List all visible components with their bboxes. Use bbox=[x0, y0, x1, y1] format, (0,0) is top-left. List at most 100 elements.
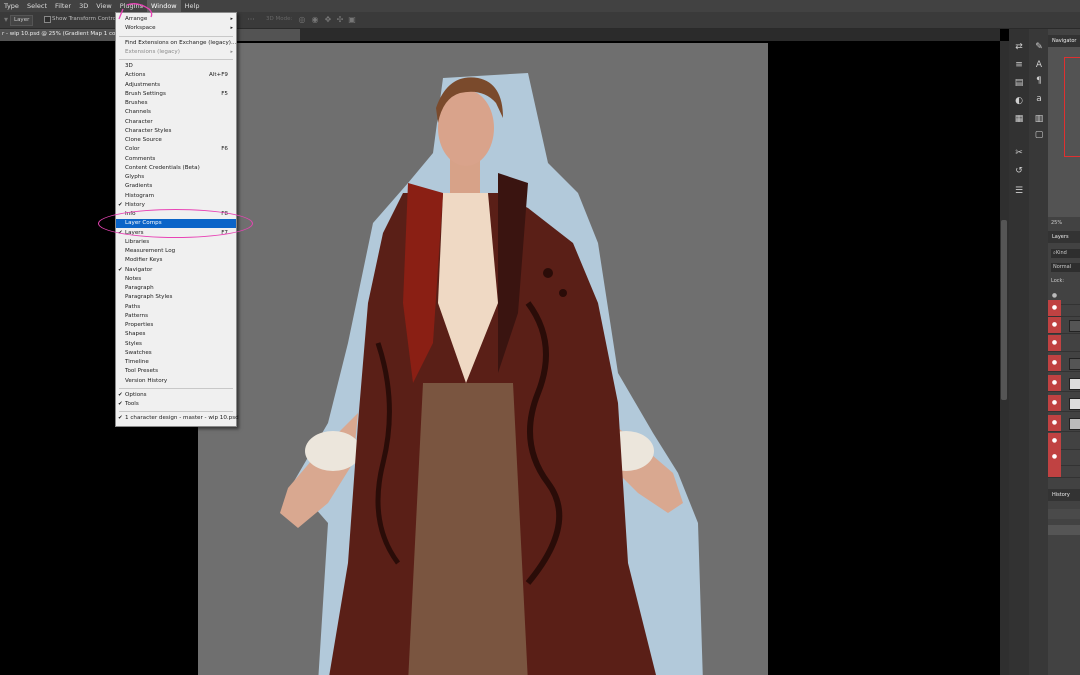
settings-icon[interactable]: ☰ bbox=[1013, 185, 1025, 197]
menu-item-histogram[interactable]: Histogram bbox=[116, 192, 236, 201]
comments-icon[interactable]: ▢ bbox=[1033, 129, 1045, 141]
layer-row[interactable] bbox=[1048, 465, 1080, 478]
menu-help[interactable]: Help bbox=[181, 0, 204, 12]
layer-row[interactable]: ● bbox=[1048, 355, 1080, 372]
character-icon[interactable]: A bbox=[1033, 59, 1045, 71]
move-tool-options-icon[interactable]: ▾ bbox=[2, 16, 10, 24]
color-icon[interactable]: ◐ bbox=[1013, 95, 1025, 107]
blend-mode-select[interactable]: Normal bbox=[1051, 263, 1080, 272]
menu-item-styles[interactable]: Styles bbox=[116, 340, 236, 349]
history-panel-header[interactable]: History bbox=[1048, 489, 1080, 501]
navigator-view-box[interactable] bbox=[1064, 57, 1080, 157]
paragraph-icon[interactable]: ¶ bbox=[1033, 75, 1045, 87]
menu-item-paragraph-styles[interactable]: Paragraph Styles bbox=[116, 293, 236, 302]
navigator-zoom[interactable]: 25% bbox=[1051, 220, 1062, 226]
menu-item-adjustments[interactable]: Adjustments bbox=[116, 81, 236, 90]
artboard[interactable] bbox=[198, 43, 768, 675]
menu-item-tool-presets[interactable]: Tool Presets bbox=[116, 367, 236, 376]
menu-item-character[interactable]: Character bbox=[116, 118, 236, 127]
menu-item-character-styles[interactable]: Character Styles bbox=[116, 127, 236, 136]
3d-orbit-icon[interactable]: ◎ bbox=[298, 16, 306, 24]
scrollbar-thumb[interactable] bbox=[1001, 220, 1007, 400]
menu-item-notes[interactable]: Notes bbox=[116, 275, 236, 284]
menu-item-properties[interactable]: Properties bbox=[116, 321, 236, 330]
menu-item-label: Actions bbox=[125, 72, 146, 79]
menu-item-actions[interactable]: Actions Alt+F9 bbox=[116, 71, 236, 80]
eye-icon[interactable]: ● bbox=[1048, 355, 1061, 371]
eye-icon[interactable] bbox=[1048, 465, 1061, 477]
menu-type[interactable]: Type bbox=[0, 0, 23, 12]
3d-slide-icon[interactable]: ✣ bbox=[336, 16, 344, 24]
styles-icon[interactable]: ▦ bbox=[1013, 113, 1025, 125]
adjustments-icon[interactable]: ≡ bbox=[1013, 59, 1025, 71]
eye-icon[interactable]: ● bbox=[1048, 317, 1061, 333]
layer-row[interactable]: ● bbox=[1048, 433, 1080, 450]
menu-item-find-extensions-on-exchange-legacy[interactable]: Find Extensions on Exchange (legacy)... bbox=[116, 39, 236, 48]
menu-filter[interactable]: Filter bbox=[51, 0, 75, 12]
menu-item-tools[interactable]: ✔ Tools bbox=[116, 400, 236, 409]
menu-item-content-credentials-beta[interactable]: Content Credentials (Beta) bbox=[116, 164, 236, 173]
layer-row[interactable]: ● bbox=[1048, 375, 1080, 392]
menu-item-patterns[interactable]: Patterns bbox=[116, 312, 236, 321]
navigator-panel-header[interactable]: Navigator bbox=[1048, 35, 1080, 47]
layer-kind-filter[interactable]: ⌕Kind bbox=[1051, 249, 1080, 258]
layer-row[interactable]: ● bbox=[1048, 335, 1080, 352]
menu-item-color[interactable]: Color F6 bbox=[116, 145, 236, 154]
3d-roll-icon[interactable]: ◉ bbox=[311, 16, 319, 24]
tools-icon[interactable]: ✂ bbox=[1013, 147, 1025, 159]
menu-item-paths[interactable]: Paths bbox=[116, 303, 236, 312]
history-state[interactable] bbox=[1048, 525, 1080, 535]
layer-row[interactable]: ● bbox=[1048, 415, 1080, 432]
menu-item-navigator[interactable]: ✔ Navigator bbox=[116, 266, 236, 275]
3d-drag-icon[interactable]: ✥ bbox=[324, 16, 332, 24]
history-icon[interactable]: ↺ bbox=[1013, 165, 1025, 177]
auto-select-dropdown[interactable]: Layer bbox=[10, 15, 34, 26]
layer-row[interactable]: ● bbox=[1048, 300, 1080, 317]
more-options-icon[interactable]: ··· bbox=[247, 16, 255, 24]
menu-item-comments[interactable]: Comments bbox=[116, 155, 236, 164]
layers-panel-header[interactable]: Layers bbox=[1048, 231, 1080, 243]
layer-row[interactable]: ● bbox=[1048, 395, 1080, 412]
menu-item-gradients[interactable]: Gradients bbox=[116, 182, 236, 191]
menu-item-workspace[interactable]: Workspace ▸ bbox=[116, 24, 236, 33]
menu-item-1-character-design-master-wip-10-psd[interactable]: ✔ 1 character design - master - wip 10.ps… bbox=[116, 414, 239, 423]
menu-item-swatches[interactable]: Swatches bbox=[116, 349, 236, 358]
menu-item-paragraph[interactable]: Paragraph bbox=[116, 284, 236, 293]
menu-item-timeline[interactable]: Timeline bbox=[116, 358, 236, 367]
swatches-icon[interactable]: ▤ bbox=[1013, 77, 1025, 89]
menu-view[interactable]: View bbox=[92, 0, 115, 12]
show-transform-checkbox[interactable] bbox=[44, 16, 51, 23]
properties-icon[interactable]: ⇄ bbox=[1013, 41, 1025, 53]
menu-item-3d[interactable]: 3D bbox=[116, 62, 236, 71]
glyphs-icon[interactable]: a bbox=[1033, 93, 1045, 105]
menu-item-clone-source[interactable]: Clone Source bbox=[116, 136, 236, 145]
eye-icon[interactable]: ● bbox=[1048, 415, 1061, 431]
menu-item-options[interactable]: ✔ Options bbox=[116, 391, 236, 400]
menu-item-channels[interactable]: Channels bbox=[116, 108, 236, 117]
libraries-icon[interactable]: ▥ bbox=[1033, 113, 1045, 125]
navigator-preview[interactable] bbox=[1048, 47, 1080, 217]
eye-icon[interactable]: ● bbox=[1048, 433, 1061, 449]
eye-icon[interactable]: ● bbox=[1048, 449, 1061, 465]
menu-item-modifier-keys[interactable]: Modifier Keys bbox=[116, 256, 236, 265]
eye-icon[interactable]: ● bbox=[1048, 335, 1061, 351]
menu-item-libraries[interactable]: Libraries bbox=[116, 238, 236, 247]
eye-icon[interactable]: ● bbox=[1048, 395, 1061, 411]
menu-item-shapes[interactable]: Shapes bbox=[116, 330, 236, 339]
menu-item-extensions-legacy[interactable]: Extensions (legacy) ▸ bbox=[116, 48, 236, 57]
brush-icon[interactable]: ✎ bbox=[1033, 41, 1045, 53]
menu-item-label: Character bbox=[125, 118, 153, 125]
menu-item-version-history[interactable]: Version History bbox=[116, 377, 236, 386]
menu-3d[interactable]: 3D bbox=[75, 0, 92, 12]
history-state[interactable] bbox=[1048, 509, 1080, 519]
menu-item-measurement-log[interactable]: Measurement Log bbox=[116, 247, 236, 256]
menu-select[interactable]: Select bbox=[23, 0, 51, 12]
3d-scale-icon[interactable]: ▣ bbox=[348, 16, 356, 24]
layer-row[interactable]: ● bbox=[1048, 317, 1080, 334]
menu-item-brush-settings[interactable]: Brush Settings F5 bbox=[116, 90, 236, 99]
menu-item-glyphs[interactable]: Glyphs bbox=[116, 173, 236, 182]
layer-row[interactable]: ● bbox=[1048, 449, 1080, 466]
menu-item-brushes[interactable]: Brushes bbox=[116, 99, 236, 108]
eye-icon[interactable]: ● bbox=[1048, 300, 1061, 316]
eye-icon[interactable]: ● bbox=[1048, 375, 1061, 391]
